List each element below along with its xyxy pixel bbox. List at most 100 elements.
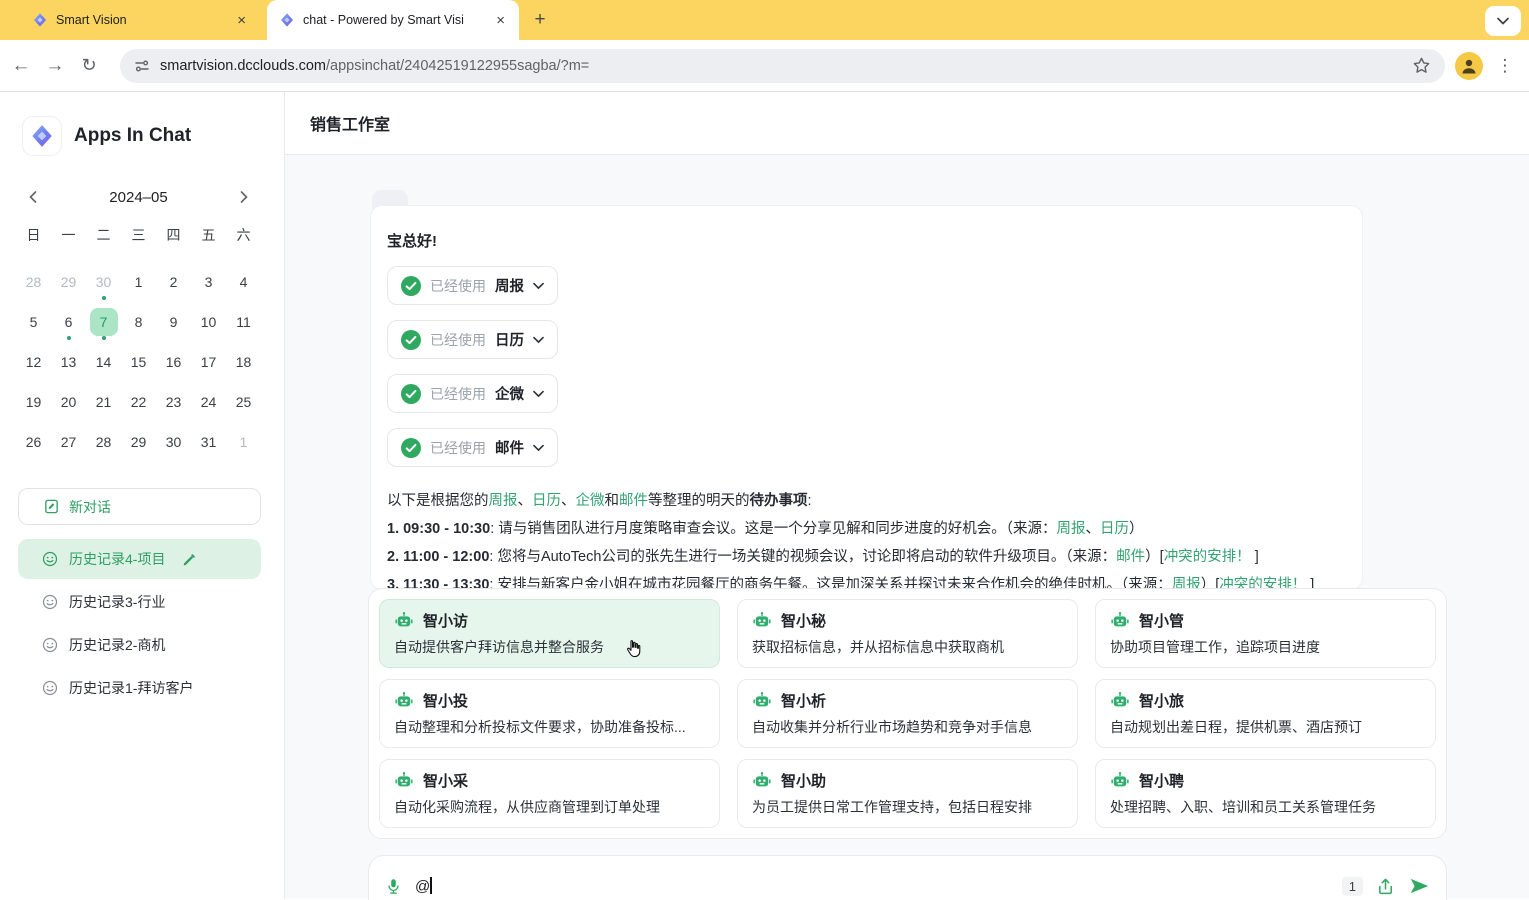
used-tool-chip[interactable]: 已经使用企微 [387,374,558,413]
agent-card[interactable]: 智小秘获取招标信息，并从招标信息中获取商机 [737,599,1078,668]
calendar-next-button[interactable] [233,186,255,208]
new-chat-button[interactable]: 新对话 [18,488,261,525]
calendar-day[interactable]: 24 [191,382,226,422]
reload-button[interactable]: ↻ [72,49,106,83]
text-caret [430,877,432,894]
url-path: /appsinchat/24042519122955sagba/?m= [326,58,589,74]
calendar-day[interactable]: 7 [86,302,121,342]
mic-icon[interactable] [385,877,402,896]
bookmark-star-icon[interactable] [1412,56,1431,75]
back-button[interactable]: ← [4,49,38,83]
agent-name: 智小析 [781,690,826,711]
composer-bar[interactable]: @ 1 [368,855,1447,900]
calendar-day[interactable]: 12 [16,342,51,382]
source-link[interactable]: 邮件 [1116,549,1145,565]
calendar-day[interactable]: 6 [51,302,86,342]
used-tool-name: 邮件 [495,437,524,458]
calendar-day[interactable]: 1 [121,262,156,302]
history-item[interactable]: 历史记录2-商机 [18,625,261,665]
chevron-down-icon[interactable] [533,390,544,398]
source-link[interactable]: 企微 [576,493,605,509]
source-link[interactable]: 日历 [532,493,561,509]
history-item[interactable]: 历史记录4-项目 [18,539,261,579]
calendar-day[interactable]: 25 [226,382,261,422]
agent-card[interactable]: 智小访自动提供客户拜访信息并整合服务 [379,599,720,668]
agent-card[interactable]: 智小投自动整理和分析投标文件要求，协助准备投标... [379,679,720,748]
browser-tab-smart-vision[interactable]: Smart Vision × [20,0,260,40]
diamond-logo-icon [29,123,55,149]
calendar-day[interactable]: 31 [191,422,226,462]
calendar-day[interactable]: 26 [16,422,51,462]
browser-menu-button[interactable]: ⋮ [1491,52,1519,80]
send-icon[interactable] [1408,875,1430,897]
calendar-day[interactable]: 28 [16,262,51,302]
agent-card[interactable]: 智小采自动化采购流程，从供应商管理到订单处理 [379,759,720,828]
source-link[interactable]: 周报 [1057,521,1086,537]
calendar-day[interactable]: 3 [191,262,226,302]
source-link[interactable]: 邮件 [619,493,648,509]
history-item[interactable]: 历史记录3-行业 [18,582,261,622]
close-icon[interactable]: × [235,12,248,29]
calendar-day[interactable]: 20 [51,382,86,422]
used-tool-chip[interactable]: 已经使用周报 [387,266,558,305]
calendar-day[interactable]: 30 [86,262,121,302]
source-link[interactable]: 周报 [489,493,518,509]
calendar-day[interactable]: 8 [121,302,156,342]
url-bar[interactable]: smartvision.dcclouds.com/appsinchat/2404… [120,49,1445,83]
chevron-down-icon[interactable] [533,336,544,344]
calendar-day[interactable]: 15 [121,342,156,382]
edit-pencil-icon[interactable] [182,552,197,567]
used-tool-prefix: 已经使用 [430,330,486,350]
text-segment: ）[ [1145,549,1164,565]
calendar-day[interactable]: 21 [86,382,121,422]
agent-card-header: 智小访 [394,610,705,631]
calendar-day[interactable]: 17 [191,342,226,382]
calendar-day[interactable]: 10 [191,302,226,342]
calendar-day[interactable]: 13 [51,342,86,382]
calendar-day[interactable]: 23 [156,382,191,422]
tab-search-button[interactable] [1485,6,1521,36]
edit-pencil-icon[interactable] [182,552,197,567]
agent-card[interactable]: 智小聘处理招聘、入职、培训和员工关系管理任务 [1095,759,1436,828]
chevron-down-icon [533,282,544,290]
new-chat-label: 新对话 [69,497,111,517]
calendar-day[interactable]: 28 [86,422,121,462]
calendar-day[interactable]: 4 [226,262,261,302]
chevron-down-icon[interactable] [533,282,544,290]
composer-input[interactable]: @ [415,877,432,895]
calendar-day[interactable]: 29 [51,262,86,302]
calendar-day[interactable]: 11 [226,302,261,342]
close-icon[interactable]: × [494,12,507,29]
source-link[interactable]: 冲突的安排！ [1164,549,1251,565]
agent-card[interactable]: 智小管协助项目管理工作，追踪项目进度 [1095,599,1436,668]
profile-avatar[interactable] [1455,52,1483,80]
calendar-day[interactable]: 27 [51,422,86,462]
history-item[interactable]: 历史记录1-拜访客户 [18,668,261,708]
agent-card[interactable]: 智小助为员工提供日常工作管理支持，包括日程安排 [737,759,1078,828]
new-tab-button[interactable]: + [528,8,552,32]
browser-tab-chat-active[interactable]: chat - Powered by Smart Visi × [267,0,519,40]
agent-card[interactable]: 智小旅自动规划出差日程，提供机票、酒店预订 [1095,679,1436,748]
source-link[interactable]: 日历 [1100,521,1129,537]
chevron-down-icon[interactable] [533,444,544,452]
calendar-day[interactable]: 18 [226,342,261,382]
calendar-day[interactable]: 19 [16,382,51,422]
site-settings-icon[interactable] [134,58,150,74]
calendar-day[interactable]: 1 [226,422,261,462]
calendar-day[interactable]: 30 [156,422,191,462]
calendar-day[interactable]: 29 [121,422,156,462]
calendar-prev-button[interactable] [22,186,44,208]
used-tool-chip[interactable]: 已经使用日历 [387,320,558,359]
calendar-day[interactable]: 9 [156,302,191,342]
calendar-weekday: 六 [226,218,261,252]
calendar-day[interactable]: 14 [86,342,121,382]
calendar-day[interactable]: 16 [156,342,191,382]
upload-icon[interactable] [1376,877,1395,896]
agent-card[interactable]: 智小析自动收集并分析行业市场趋势和竞争对手信息 [737,679,1078,748]
used-tool-chip[interactable]: 已经使用邮件 [387,428,558,467]
calendar-day[interactable]: 5 [16,302,51,342]
calendar-day[interactable]: 2 [156,262,191,302]
forward-button[interactable]: → [38,49,72,83]
calendar-day[interactable]: 22 [121,382,156,422]
used-tool-prefix: 已经使用 [430,276,486,296]
